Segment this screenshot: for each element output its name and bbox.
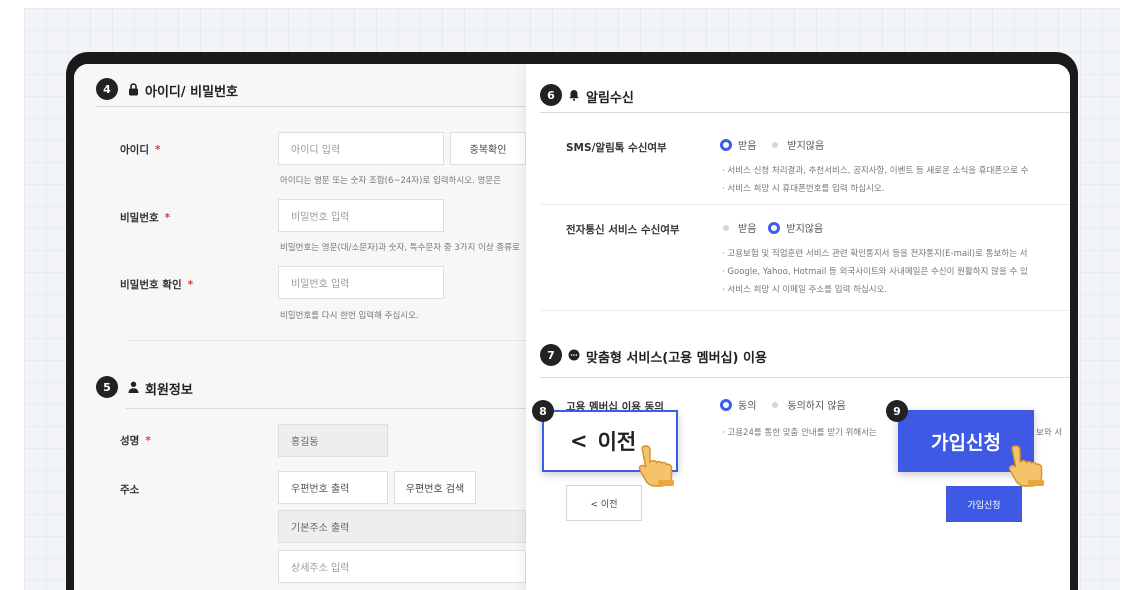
section-title-text: 아이디/ 비밀번호 [145, 85, 238, 100]
password-input[interactable]: 비밀번호 입력 [278, 199, 444, 232]
step-badge-9: 9 [886, 400, 908, 422]
lock-icon [128, 82, 139, 99]
sms-label: SMS/알림톡 수신여부 [566, 142, 667, 154]
sms-yes-radio[interactable] [720, 138, 732, 151]
section-title-text: 회원정보 [145, 383, 193, 398]
address-label: 주소 [120, 484, 140, 496]
step-badge-4: 4 [96, 78, 118, 100]
sms-yes-label: 받음 [738, 141, 757, 152]
base-address-field[interactable]: 기본주소 출력 [278, 510, 526, 543]
divider [126, 408, 526, 409]
sms-bullet-1: · 서비스 신청 처리결과, 추천서비스, 공지사항, 이벤트 등 새로운 소식… [722, 166, 1029, 176]
sms-bullet-2: · 서비스 희망 시 휴대폰번호를 입력 하십시오. [722, 184, 885, 194]
required-mark: * [154, 144, 161, 156]
password-confirm-label: 비밀번호 확인 * [120, 279, 194, 291]
left-form-pane: 4 아이디/ 비밀번호 아이디 * 아이디 입력 중복확인 아이디는 영문 또는 … [74, 64, 526, 590]
email-yes-label: 받음 [738, 224, 757, 235]
required-mark: * [164, 212, 171, 224]
section-title-member: 회원정보 [128, 379, 193, 398]
section-title-account: 아이디/ 비밀번호 [128, 81, 238, 100]
email-label: 전자통신 서비스 수신여부 [566, 224, 680, 236]
membership-agree-radio[interactable] [720, 398, 732, 411]
divider [540, 310, 1070, 311]
membership-disagree-radio[interactable] [772, 401, 779, 408]
chat-icon [568, 349, 580, 364]
section-title-custom: 맞춤형 서비스(고용 멤버십) 이용 [568, 347, 767, 366]
divider [540, 204, 1070, 205]
email-bullet-3: · 서비스 희망 시 이메일 주소를 입력 하십시오. [722, 285, 888, 295]
section-title-notify: 알림수신 [568, 87, 634, 106]
sms-radio-group: 받음 받지않음 [720, 137, 824, 152]
join-button[interactable]: 가입신청 [946, 486, 1022, 522]
email-radio-group: 받음 받지않음 [720, 220, 823, 235]
screen: 4 아이디/ 비밀번호 아이디 * 아이디 입력 중복확인 아이디는 영문 또는 … [74, 64, 1070, 590]
step-badge-6: 6 [540, 84, 562, 106]
zipcode-field[interactable]: 우편번호 출력 [278, 471, 388, 504]
sms-no-radio[interactable] [772, 141, 779, 148]
email-no-label: 받지않음 [786, 224, 824, 235]
id-help-text: 아이디는 영문 또는 숫자 조합(6~24자)로 입력하시오. 영문은 [280, 176, 501, 186]
membership-radio-group: 동의 동의하지 않음 [720, 397, 846, 412]
id-input[interactable]: 아이디 입력 [278, 132, 444, 165]
email-bullet-2: · Google, Yahoo, Hotmail 등 외국사이트와 사내메일은 … [722, 267, 1028, 277]
bell-icon [568, 89, 580, 104]
prev-button[interactable]: < 이전 [566, 485, 642, 521]
membership-agree-label: 동의 [738, 401, 757, 412]
name-field[interactable]: 홍길동 [278, 424, 388, 457]
person-icon [128, 381, 139, 396]
password-confirm-input[interactable]: 비밀번호 입력 [278, 266, 444, 299]
required-mark: * [187, 279, 194, 291]
membership-bullet-left: · 고용24를 통한 맞춤 안내를 받기 위해서는 [722, 428, 877, 438]
password-help-text: 비밀번호는 영문(대/소문자)과 숫자, 특수문자 중 3가지 이상 종류로 [280, 243, 520, 253]
membership-bullet-right: 보와 서 [1036, 428, 1063, 438]
divider [540, 112, 1070, 113]
prev-callout-label: 이전 [597, 430, 637, 454]
duplicate-check-button[interactable]: 중복확인 [450, 132, 526, 165]
divider [96, 106, 526, 107]
id-label: 아이디 * [120, 144, 161, 156]
required-mark: * [145, 435, 151, 447]
password-label: 비밀번호 * [120, 212, 171, 224]
password-confirm-help-text: 비밀번호를 다시 한번 입력해 주십시오. [280, 311, 419, 321]
step-badge-5: 5 [96, 376, 118, 398]
chevron-left-icon: < [570, 429, 588, 453]
divider [126, 340, 526, 341]
zipcode-search-button[interactable]: 우편번호 검색 [394, 471, 476, 504]
section-title-text: 알림수신 [586, 91, 634, 106]
step-badge-8: 8 [532, 400, 554, 422]
pointing-hand-icon [1006, 442, 1054, 492]
divider [540, 377, 1070, 378]
pointing-hand-icon [636, 442, 684, 492]
email-yes-radio[interactable] [723, 224, 729, 231]
membership-disagree-label: 동의하지 않음 [787, 401, 846, 412]
step-badge-7: 7 [540, 344, 562, 366]
email-bullet-1: · 고용보험 및 직업훈련 서비스 관련 확인통지서 등을 전자통지(E-mai… [722, 249, 1028, 259]
section-title-text: 맞춤형 서비스(고용 멤버십) 이용 [586, 351, 767, 366]
email-no-radio[interactable] [768, 221, 781, 234]
name-label: 성명 * [120, 435, 151, 447]
sms-no-label: 받지않음 [787, 141, 825, 152]
detail-address-input[interactable]: 상세주소 입력 [278, 550, 526, 583]
